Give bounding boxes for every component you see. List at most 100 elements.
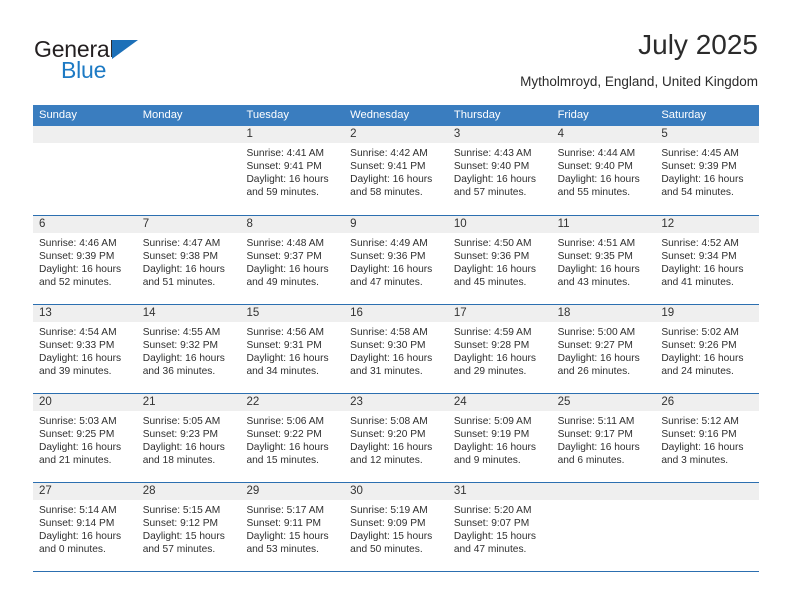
day-number: 2 xyxy=(350,128,357,140)
daylight-line-1: Daylight: 15 hours xyxy=(142,531,225,543)
day-cell[interactable]: 8 Sunrise: 4:48 AM Sunset: 9:37 PM Dayli… xyxy=(240,216,345,304)
day-cell[interactable]: 2 Sunrise: 4:42 AM Sunset: 9:41 PM Dayli… xyxy=(344,126,448,215)
week-row: 27 Sunrise: 5:14 AM Sunset: 9:14 PM Dayl… xyxy=(33,483,760,572)
day-cell[interactable]: 11 Sunrise: 4:51 AM Sunset: 9:35 PM Dayl… xyxy=(551,216,656,304)
daylight-line-1: Daylight: 16 hours xyxy=(39,442,122,454)
daylight-line-1: Daylight: 16 hours xyxy=(246,264,329,276)
sunrise-line: Sunrise: 5:15 AM xyxy=(142,505,221,516)
daylight-line-2: and 29 minutes. xyxy=(453,366,527,378)
day-cell[interactable]: 10 Sunrise: 4:50 AM Sunset: 9:36 PM Dayl… xyxy=(447,216,552,304)
day-number: 23 xyxy=(350,396,363,408)
daylight-line-2: and 59 minutes. xyxy=(246,187,319,199)
day-cell[interactable]: 21 Sunrise: 5:05 AM Sunset: 9:23 PM Dayl… xyxy=(136,394,241,482)
general-blue-logo: General Blue xyxy=(34,36,264,92)
day-number-band: 6 xyxy=(33,216,137,233)
weekday-tuesday: Tuesday xyxy=(246,109,289,121)
day-number-band: 4 xyxy=(551,126,656,143)
day-cell[interactable]: 19 Sunrise: 5:02 AM Sunset: 9:26 PM Dayl… xyxy=(655,305,760,393)
day-number-band: 3 xyxy=(447,126,552,143)
day-cell[interactable]: 15 Sunrise: 4:56 AM Sunset: 9:31 PM Dayl… xyxy=(240,305,345,393)
day-number: 24 xyxy=(453,396,467,408)
daylight-line-2: and 15 minutes. xyxy=(246,455,319,467)
day-cell[interactable]: 24 Sunrise: 5:09 AM Sunset: 9:19 PM Dayl… xyxy=(447,394,552,482)
day-number: 18 xyxy=(557,307,571,319)
day-cell[interactable]: 7 Sunrise: 4:47 AM Sunset: 9:38 PM Dayli… xyxy=(136,216,241,304)
day-number: 7 xyxy=(142,218,150,230)
day-cell[interactable]: 31 Sunrise: 5:20 AM Sunset: 9:07 PM Dayl… xyxy=(447,483,552,571)
day-cell[interactable]: 28 Sunrise: 5:15 AM Sunset: 9:12 PM Dayl… xyxy=(136,483,241,571)
day-number: 30 xyxy=(350,485,363,497)
daylight-line-2: and 21 minutes. xyxy=(39,455,112,467)
day-cell[interactable]: 12 Sunrise: 4:52 AM Sunset: 9:34 PM Dayl… xyxy=(655,216,760,304)
sunset-line: Sunset: 9:22 PM xyxy=(246,429,322,441)
daylight-line-2: and 58 minutes. xyxy=(350,187,423,199)
weekday-friday: Friday xyxy=(557,109,589,121)
day-cell[interactable]: 30 Sunrise: 5:19 AM Sunset: 9:09 PM Dayl… xyxy=(344,483,448,571)
sunrise-line: Sunrise: 4:56 AM xyxy=(246,327,325,338)
day-number: 5 xyxy=(661,128,668,140)
day-cell[interactable]: 23 Sunrise: 5:08 AM Sunset: 9:20 PM Dayl… xyxy=(344,394,448,482)
day-cell[interactable]: 1 Sunrise: 4:41 AM Sunset: 9:41 PM Dayli… xyxy=(240,126,345,215)
day-cell[interactable]: 22 Sunrise: 5:06 AM Sunset: 9:22 PM Dayl… xyxy=(240,394,345,482)
sunset-line: Sunset: 9:36 PM xyxy=(453,251,530,263)
day-details: Sunrise: 5:03 AM Sunset: 9:25 PM Dayligh… xyxy=(33,411,137,467)
sunset-line: Sunset: 9:39 PM xyxy=(39,251,115,263)
week-row: 1 Sunrise: 4:41 AM Sunset: 9:41 PM Dayli… xyxy=(33,126,760,216)
day-number: 27 xyxy=(39,485,52,497)
day-cell[interactable]: 6 Sunrise: 4:46 AM Sunset: 9:39 PM Dayli… xyxy=(33,216,137,304)
day-cell[interactable]: 16 Sunrise: 4:58 AM Sunset: 9:30 PM Dayl… xyxy=(344,305,448,393)
day-number-band: 31 xyxy=(447,483,552,500)
day-cell[interactable]: 25 Sunrise: 5:11 AM Sunset: 9:17 PM Dayl… xyxy=(551,394,656,482)
day-cell[interactable]: 17 Sunrise: 4:59 AM Sunset: 9:28 PM Dayl… xyxy=(447,305,552,393)
sunrise-line: Sunrise: 4:46 AM xyxy=(39,238,117,249)
day-cell[interactable] xyxy=(655,483,760,571)
day-cell[interactable]: 13 Sunrise: 4:54 AM Sunset: 9:33 PM Dayl… xyxy=(33,305,137,393)
day-details xyxy=(552,500,656,504)
sunset-line: Sunset: 9:11 PM xyxy=(246,518,321,530)
sunset-line: Sunset: 9:27 PM xyxy=(557,340,633,352)
day-cell[interactable] xyxy=(136,126,241,215)
day-number-band: 16 xyxy=(344,305,448,322)
day-number-band: 22 xyxy=(240,394,345,411)
day-cell[interactable]: 14 Sunrise: 4:55 AM Sunset: 9:32 PM Dayl… xyxy=(136,305,241,393)
sunset-line: Sunset: 9:41 PM xyxy=(246,161,322,173)
day-cell[interactable]: 29 Sunrise: 5:17 AM Sunset: 9:11 PM Dayl… xyxy=(240,483,345,571)
daylight-line-2: and 53 minutes. xyxy=(246,544,319,556)
day-cell[interactable]: 9 Sunrise: 4:49 AM Sunset: 9:36 PM Dayli… xyxy=(344,216,448,304)
daylight-line-1: Daylight: 16 hours xyxy=(39,264,122,276)
day-number: 10 xyxy=(453,218,467,230)
day-number-band: 2 xyxy=(344,126,448,143)
day-cell[interactable]: 3 Sunrise: 4:43 AM Sunset: 9:40 PM Dayli… xyxy=(447,126,552,215)
day-cell[interactable]: 18 Sunrise: 5:00 AM Sunset: 9:27 PM Dayl… xyxy=(551,305,656,393)
day-number: 17 xyxy=(453,307,467,319)
day-cell[interactable] xyxy=(551,483,656,571)
day-number: 11 xyxy=(557,218,570,230)
sunset-line: Sunset: 9:40 PM xyxy=(453,161,530,173)
sunrise-line: Sunrise: 5:11 AM xyxy=(557,416,635,427)
day-cell[interactable]: 20 Sunrise: 5:03 AM Sunset: 9:25 PM Dayl… xyxy=(33,394,137,482)
daylight-line-1: Daylight: 16 hours xyxy=(661,174,744,186)
day-number-band: 7 xyxy=(136,216,241,233)
daylight-line-1: Daylight: 16 hours xyxy=(557,264,640,276)
day-cell[interactable]: 27 Sunrise: 5:14 AM Sunset: 9:14 PM Dayl… xyxy=(33,483,137,571)
day-details: Sunrise: 4:56 AM Sunset: 9:31 PM Dayligh… xyxy=(240,322,344,378)
sunrise-line: Sunrise: 4:47 AM xyxy=(142,238,221,249)
daylight-line-1: Daylight: 16 hours xyxy=(142,353,225,365)
page-header: General Blue July 2025 Mytholmroyd, Engl… xyxy=(34,28,758,98)
day-number-band: 26 xyxy=(655,394,760,411)
day-cell[interactable]: 4 Sunrise: 4:44 AM Sunset: 9:40 PM Dayli… xyxy=(551,126,656,215)
daylight-line-2: and 6 minutes. xyxy=(557,455,625,467)
sunrise-line: Sunrise: 5:06 AM xyxy=(246,416,325,427)
daylight-line-1: Daylight: 16 hours xyxy=(661,442,744,454)
week-row: 13 Sunrise: 4:54 AM Sunset: 9:33 PM Dayl… xyxy=(33,305,760,394)
calendar-grid: Sunday Monday Tuesday Wednesday Thursday… xyxy=(33,105,760,572)
day-cell[interactable]: 26 Sunrise: 5:12 AM Sunset: 9:16 PM Dayl… xyxy=(655,394,760,482)
day-number-band: 18 xyxy=(551,305,656,322)
sunrise-line: Sunrise: 4:43 AM xyxy=(453,148,532,159)
sunset-line: Sunset: 9:30 PM xyxy=(350,340,426,352)
daylight-line-2: and 3 minutes. xyxy=(661,455,729,467)
day-details: Sunrise: 5:05 AM Sunset: 9:23 PM Dayligh… xyxy=(137,411,241,467)
day-cell[interactable] xyxy=(33,126,137,215)
day-cell[interactable]: 5 Sunrise: 4:45 AM Sunset: 9:39 PM Dayli… xyxy=(655,126,760,215)
daylight-line-2: and 51 minutes. xyxy=(142,277,216,289)
